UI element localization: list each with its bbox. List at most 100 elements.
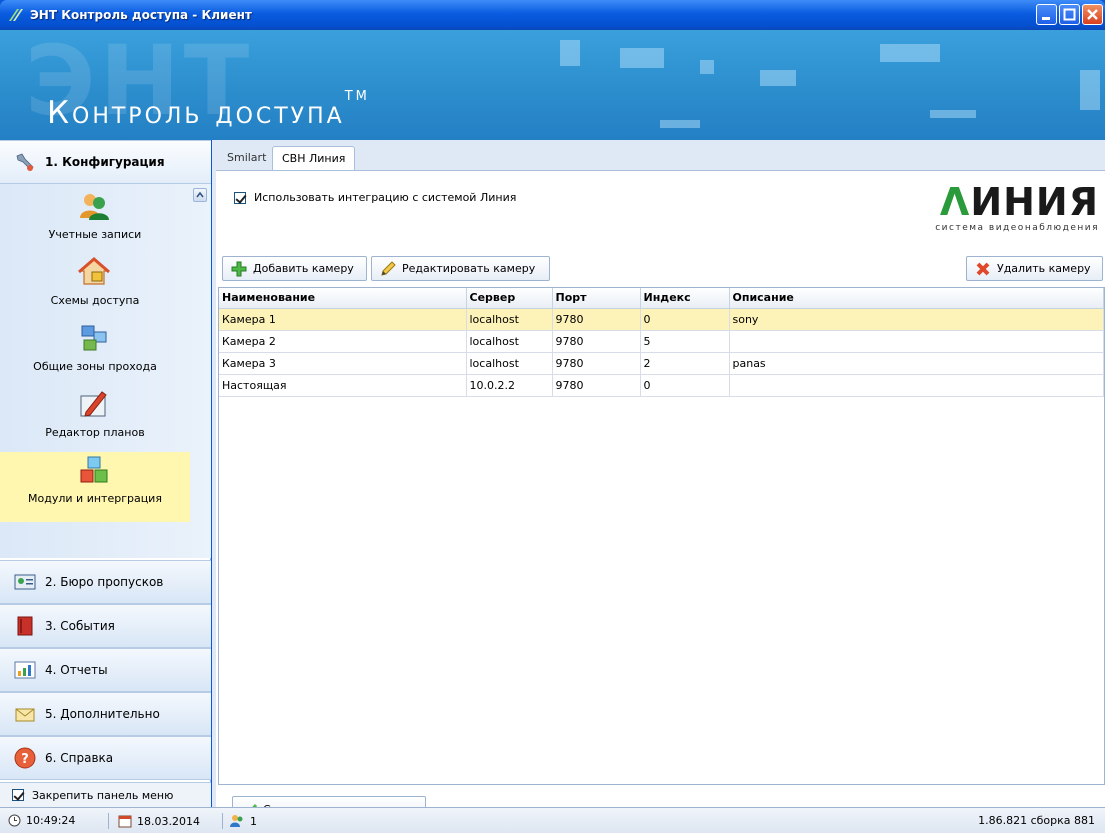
tab-panel: Использовать интеграцию с системой Линия… — [216, 170, 1105, 823]
sidebar-item-label: Схемы доступа — [50, 294, 140, 307]
sidebar-item-label: Общие зоны прохода — [33, 360, 157, 373]
cell-description: panas — [729, 352, 1104, 375]
maximize-button[interactable] — [1059, 4, 1080, 25]
status-date: 18.03.2014 — [118, 814, 200, 828]
cell-name: Камера 2 — [219, 330, 467, 353]
id-card-icon — [14, 574, 36, 590]
tab-smilart[interactable]: Smilart — [218, 146, 275, 170]
calendar-icon — [118, 815, 132, 828]
house-lock-icon — [78, 257, 110, 285]
pin-menu-checkbox[interactable]: Закрепить панель меню — [0, 782, 211, 807]
cell-port: 9780 — [552, 352, 641, 375]
use-integration-checkbox[interactable]: Использовать интеграцию с системой Линия — [234, 191, 516, 204]
main-area: Smilart СВН Линия Использовать интеграци… — [212, 140, 1105, 823]
column-header-port[interactable]: Порт — [552, 288, 641, 309]
maximize-icon — [1063, 8, 1076, 21]
cell-index: 2 — [640, 352, 730, 375]
logo-word: ΛИНИЯ — [939, 180, 1099, 224]
section-label: 2. Бюро пропусков — [45, 575, 164, 589]
scroll-up-button[interactable] — [193, 188, 207, 202]
column-header-server[interactable]: Сервер — [466, 288, 553, 309]
section-label: 1. Конфигурация — [45, 155, 165, 169]
section-events[interactable]: 3. События — [0, 604, 211, 648]
clock-icon — [8, 814, 21, 827]
sidebar-item-label: Модули и интерграция — [28, 492, 162, 505]
table-row[interactable]: Камера 1 localhost 9780 0 sony — [219, 308, 1104, 331]
section-help[interactable]: ? 6. Справка — [0, 736, 211, 780]
book-icon — [17, 616, 33, 636]
cell-name: Камера 3 — [219, 352, 467, 375]
chart-icon — [14, 661, 36, 679]
minimize-button[interactable] — [1036, 4, 1057, 25]
cell-port: 9780 — [552, 308, 641, 331]
users-icon — [80, 194, 109, 220]
integration-checkbox-label: Использовать интеграцию с системой Линия — [254, 191, 517, 204]
status-version: 1.86.821 сборка 881 — [978, 814, 1095, 827]
section-label: 6. Справка — [45, 751, 114, 765]
status-time-value: 10:49:24 — [26, 814, 76, 827]
tab-strip: Smilart СВН Линия — [212, 140, 1105, 170]
status-version-value: 1.86.821 сборка 881 — [978, 814, 1095, 827]
sidebar: 1. Конфигурация Учетные записи Схемы дос… — [0, 140, 211, 807]
plus-icon — [231, 261, 247, 276]
table-header-row: Наименование Сервер Порт Индекс Описание — [219, 288, 1104, 309]
sidebar-item-label: Учетные записи — [48, 228, 142, 241]
delete-camera-button[interactable]: Удалить камеру — [966, 256, 1103, 281]
help-icon: ? — [14, 747, 36, 769]
status-users-value: 1 — [250, 814, 257, 828]
integration-checkbox-box[interactable] — [234, 191, 246, 204]
column-header-description[interactable]: Описание — [729, 288, 1104, 309]
add-camera-button[interactable]: Добавить камеру — [222, 256, 367, 281]
edit-camera-button[interactable]: Редактировать камеру — [371, 256, 550, 281]
cell-server: 10.0.2.2 — [466, 374, 553, 397]
close-button[interactable] — [1082, 4, 1103, 25]
envelope-icon — [15, 708, 35, 722]
config-subpanel: Учетные записи Схемы доступа Общие зоны … — [0, 184, 211, 558]
liniya-logo: ΛИНИЯ система видеонаблюдения — [869, 183, 1099, 233]
table-row[interactable]: Камера 3 localhost 9780 2 panas — [219, 352, 1104, 375]
sidebar-item-access-schemes[interactable]: Схемы доступа — [0, 254, 190, 320]
app-logo-icon — [9, 9, 23, 21]
cell-name: Камера 1 — [219, 308, 467, 331]
table-row[interactable]: Настоящая 10.0.2.2 9780 0 — [219, 374, 1104, 397]
cell-description — [729, 374, 1104, 397]
sidebar-item-modules[interactable]: Модули и интерграция — [0, 452, 190, 522]
wrench-icon — [16, 153, 34, 171]
section-label: 5. Дополнительно — [45, 707, 160, 721]
column-header-index[interactable]: Индекс — [640, 288, 730, 309]
cell-server: localhost — [466, 308, 553, 331]
status-bar: 10:49:24 18.03.2014 1 1.86.821 сборка 88… — [0, 807, 1105, 833]
sidebar-item-plan-editor[interactable]: Редактор планов — [0, 386, 190, 452]
pencil-icon — [381, 260, 396, 276]
pencil-plan-icon — [80, 391, 107, 417]
delete-camera-label: Удалить камеру — [997, 262, 1091, 275]
chevron-up-icon — [196, 191, 204, 198]
cell-port: 9780 — [552, 330, 641, 353]
product-brand: Контроль доступаTM — [47, 89, 370, 131]
section-additional[interactable]: 5. Дополнительно — [0, 692, 211, 736]
pin-checkbox-box[interactable] — [12, 789, 24, 801]
section-pass-bureau[interactable]: 2. Бюро пропусков — [0, 560, 211, 604]
users-small-icon — [230, 815, 243, 827]
edit-camera-label: Редактировать камеру — [402, 262, 536, 275]
cell-index: 5 — [640, 330, 730, 353]
section-label: 3. События — [45, 619, 115, 633]
tab-svn-liniya[interactable]: СВН Линия — [272, 146, 356, 170]
window-title: ЭНТ Контроль доступа - Клиент — [30, 8, 252, 22]
section-configuration[interactable]: 1. Конфигурация — [0, 140, 211, 184]
section-reports[interactable]: 4. Отчеты — [0, 648, 211, 692]
sidebar-item-accounts[interactable]: Учетные записи — [0, 188, 190, 254]
svg-text:?: ? — [21, 752, 29, 767]
cell-server: localhost — [466, 352, 553, 375]
cell-index: 0 — [640, 374, 730, 397]
column-header-name[interactable]: Наименование — [219, 288, 467, 309]
cell-index: 0 — [640, 308, 730, 331]
section-label: 4. Отчеты — [45, 663, 108, 677]
minimize-icon — [1042, 17, 1050, 20]
table-row[interactable]: Камера 2 localhost 9780 5 — [219, 330, 1104, 353]
cell-server: localhost — [466, 330, 553, 353]
close-icon — [1087, 9, 1098, 20]
sidebar-item-common-zones[interactable]: Общие зоны прохода — [0, 320, 190, 386]
status-date-value: 18.03.2014 — [137, 814, 200, 828]
status-users: 1 — [230, 814, 257, 828]
